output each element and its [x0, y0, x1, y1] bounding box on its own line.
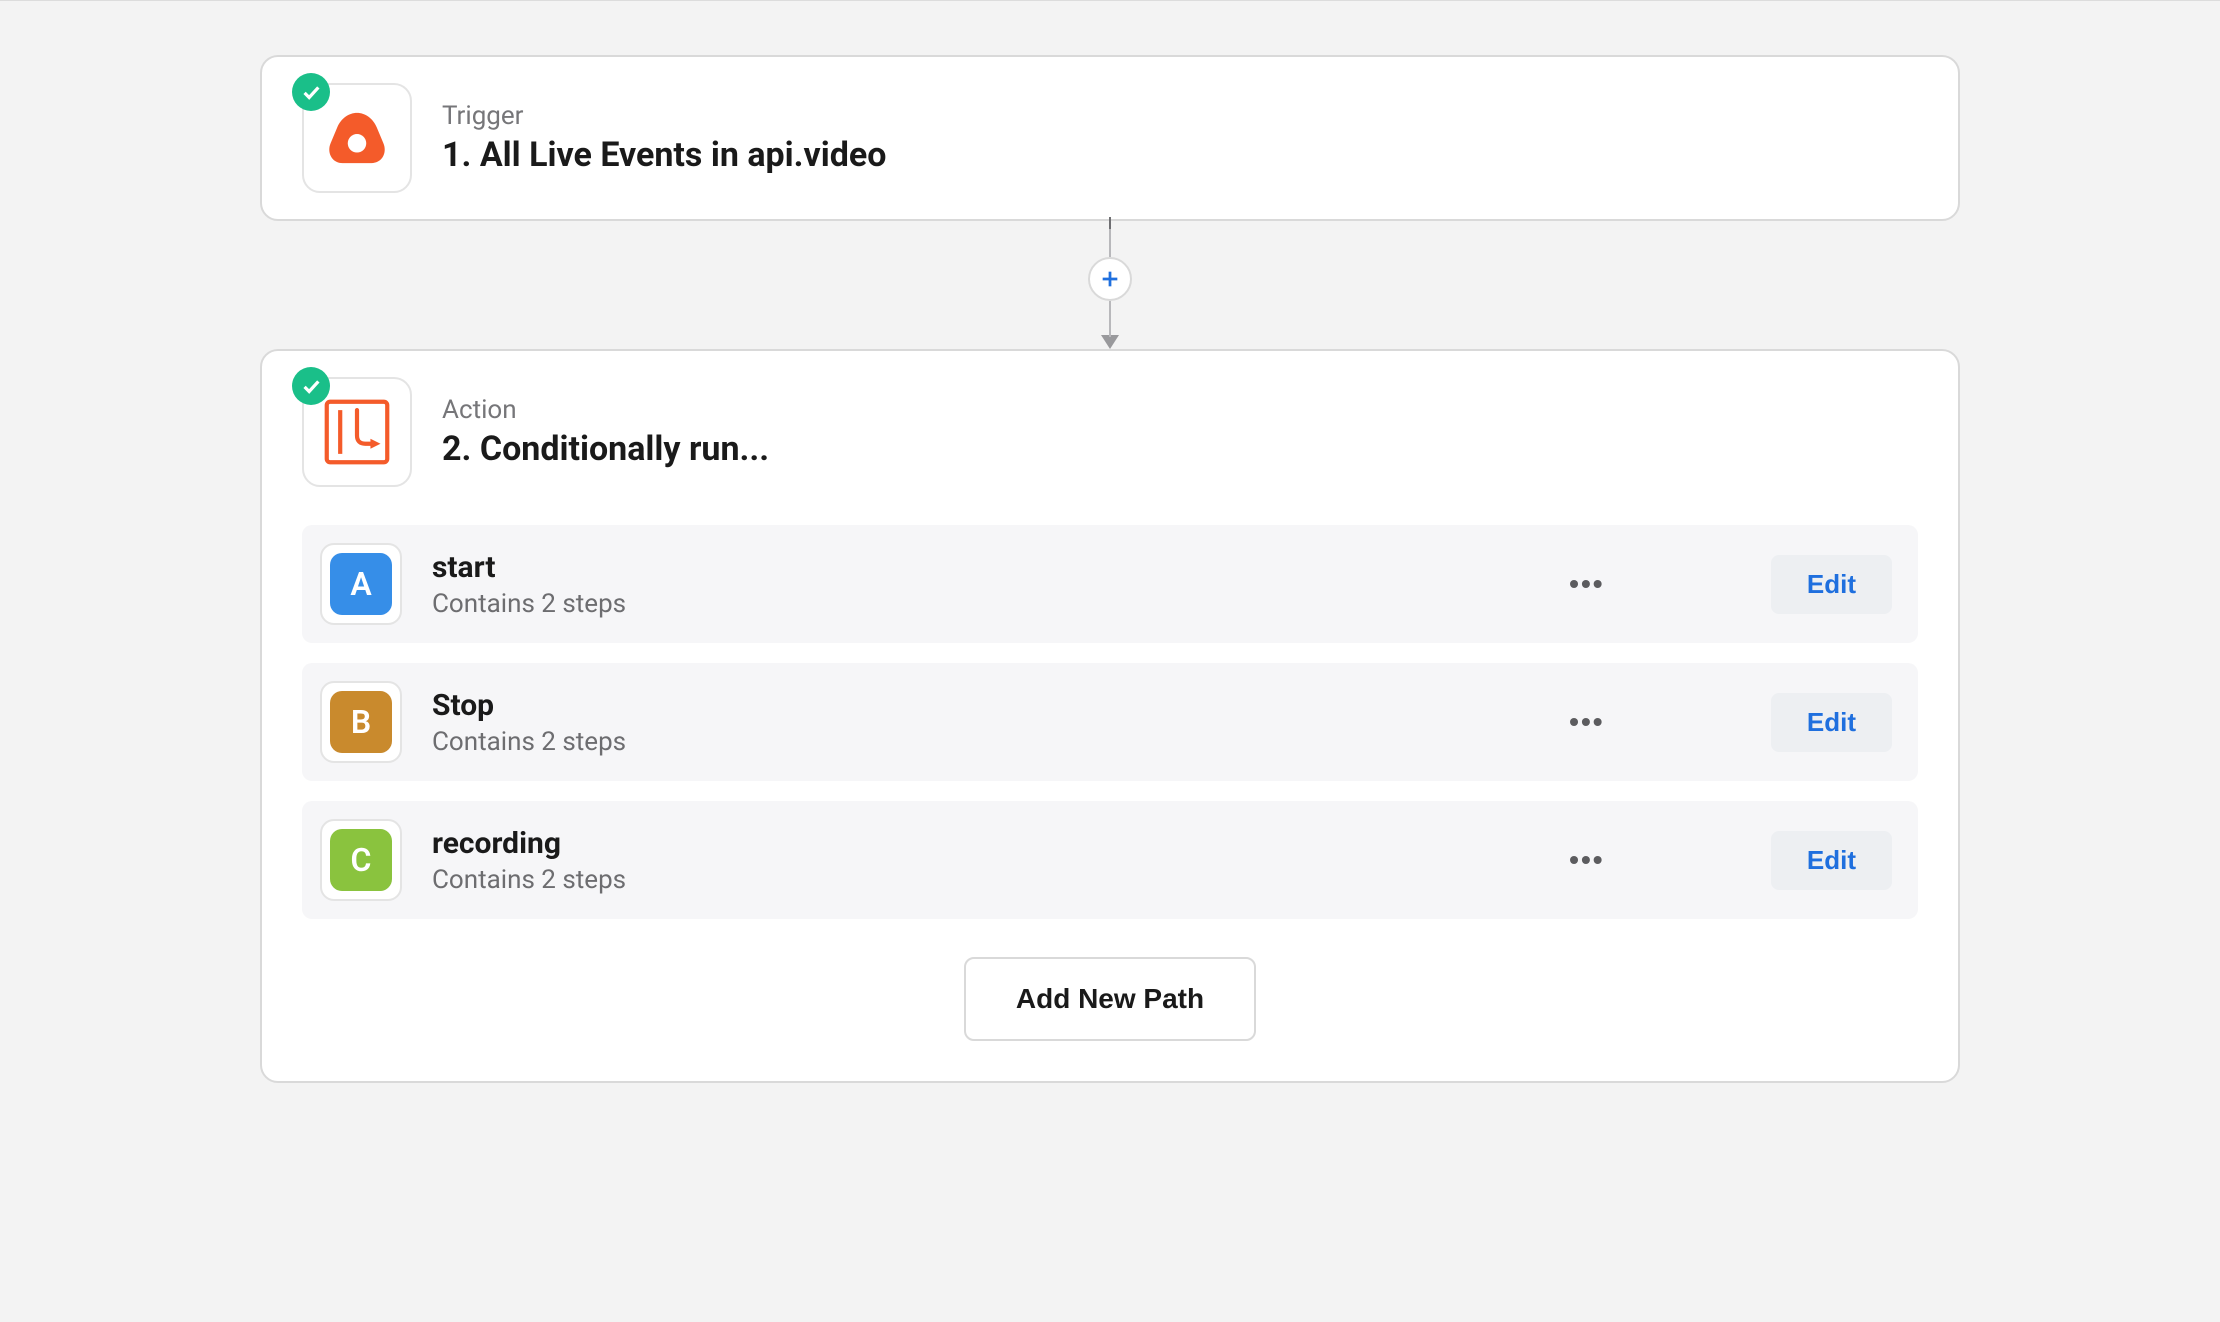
- trigger-header: Trigger 1. All Live Events in api.video: [302, 83, 1918, 193]
- action-kicker: Action: [442, 395, 769, 425]
- check-icon: [292, 367, 330, 405]
- action-title: 2. Conditionally run...: [442, 429, 769, 469]
- trigger-kicker: Trigger: [442, 101, 886, 131]
- path-name: recording: [432, 826, 1533, 861]
- path-text: start Contains 2 steps: [432, 550, 1533, 619]
- path-edit-button[interactable]: Edit: [1771, 831, 1892, 890]
- path-list: A start Contains 2 steps ••• Edit B Stop…: [302, 525, 1918, 919]
- step-connector: [1088, 221, 1132, 349]
- path-sub: Contains 2 steps: [432, 727, 1533, 757]
- path-letter-badge: C: [330, 829, 392, 891]
- path-text: Stop Contains 2 steps: [432, 688, 1533, 757]
- path-name: start: [432, 550, 1533, 585]
- ellipsis-icon: •••: [1569, 568, 1604, 600]
- path-more-button[interactable]: •••: [1563, 836, 1611, 884]
- path-edit-button[interactable]: Edit: [1771, 693, 1892, 752]
- plus-icon: [1099, 268, 1121, 290]
- path-sub: Contains 2 steps: [432, 865, 1533, 895]
- trigger-title: 1. All Live Events in api.video: [442, 135, 886, 175]
- paths-icon: [315, 390, 399, 474]
- ellipsis-icon: •••: [1569, 706, 1604, 738]
- path-row[interactable]: C recording Contains 2 steps ••• Edit: [302, 801, 1918, 919]
- check-icon: [292, 73, 330, 111]
- connector-line-bottom: [1109, 301, 1111, 337]
- ellipsis-icon: •••: [1569, 844, 1604, 876]
- add-step-button[interactable]: [1088, 257, 1132, 301]
- connector-arrow-icon: [1101, 335, 1119, 349]
- trigger-app-icon-tile: [302, 83, 412, 193]
- path-name: Stop: [432, 688, 1533, 723]
- add-path-wrap: Add New Path: [302, 957, 1918, 1041]
- workflow-canvas: Trigger 1. All Live Events in api.video: [0, 1, 2220, 1322]
- path-more-button[interactable]: •••: [1563, 560, 1611, 608]
- path-letter-badge: B: [330, 691, 392, 753]
- path-more-button[interactable]: •••: [1563, 698, 1611, 746]
- action-step-card[interactable]: Action 2. Conditionally run... A start C…: [260, 349, 1960, 1083]
- add-path-button[interactable]: Add New Path: [964, 957, 1256, 1041]
- path-row[interactable]: B Stop Contains 2 steps ••• Edit: [302, 663, 1918, 781]
- path-letter-tile: B: [320, 681, 402, 763]
- path-sub: Contains 2 steps: [432, 589, 1533, 619]
- path-text: recording Contains 2 steps: [432, 826, 1533, 895]
- action-header: Action 2. Conditionally run...: [302, 377, 1918, 487]
- connector-line-top: [1109, 221, 1111, 257]
- path-letter-tile: A: [320, 543, 402, 625]
- path-letter-badge: A: [330, 553, 392, 615]
- api-video-logo-icon: [324, 105, 390, 171]
- action-app-icon-tile: [302, 377, 412, 487]
- trigger-step-card[interactable]: Trigger 1. All Live Events in api.video: [260, 55, 1960, 221]
- trigger-labels: Trigger 1. All Live Events in api.video: [442, 101, 886, 175]
- path-letter-tile: C: [320, 819, 402, 901]
- path-edit-button[interactable]: Edit: [1771, 555, 1892, 614]
- path-row[interactable]: A start Contains 2 steps ••• Edit: [302, 525, 1918, 643]
- action-labels: Action 2. Conditionally run...: [442, 395, 769, 469]
